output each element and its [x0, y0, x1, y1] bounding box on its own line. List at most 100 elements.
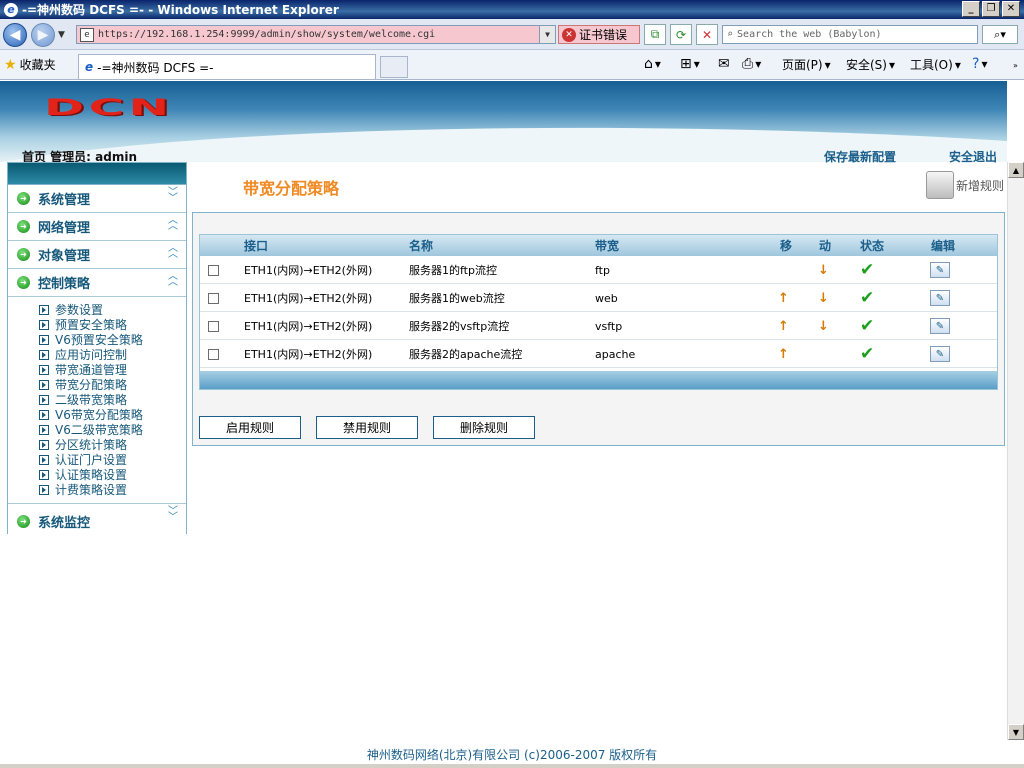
scroll-down-icon[interactable]: ▼ [1008, 724, 1024, 740]
chevron-down-icon: ﹀ ﹀ [168, 187, 178, 204]
status-enabled-icon: ✔ [860, 260, 875, 280]
page-menu-label: 页面(P) [782, 58, 823, 72]
mail-button[interactable]: ✉ [718, 56, 730, 72]
sidebar-section-objects[interactable]: ➜ 对象管理 ︿ ︿ [8, 241, 186, 269]
row-interface: ETH1(内网)→ETH2(外网) [244, 264, 373, 277]
search-button[interactable]: ⌕▾ [982, 25, 1018, 44]
favorites-button[interactable]: ★ 收藏夹 [4, 56, 56, 73]
sidebar-item-auth-portal[interactable]: 认证门户设置 [39, 452, 186, 467]
arrow-box-icon [39, 334, 49, 345]
scroll-up-icon[interactable]: ▲ [1008, 162, 1024, 178]
sidebar-section-network[interactable]: ➜ 网络管理 ︿ ︿ [8, 213, 186, 241]
delete-rule-button[interactable]: 删除规则 [433, 416, 535, 439]
disable-rule-button[interactable]: 禁用规则 [316, 416, 418, 439]
chevron-up-icon: ︿ ︿ [168, 271, 178, 288]
move-down-icon[interactable]: ↓ [818, 312, 829, 340]
row-checkbox[interactable] [208, 348, 219, 360]
row-checkbox[interactable] [208, 320, 219, 332]
page-icon: e [80, 27, 94, 42]
tools-menu-label: 工具(O) [910, 58, 953, 72]
sidebar-item-v6-l2-bw[interactable]: V6二级带宽策略 [39, 422, 186, 437]
table-row: ETH1(内网)→ETH2(外网) 服务器1的ftp流控 ftp ↓ ✔ ✎ [200, 256, 997, 284]
close-button[interactable]: ✕ [1002, 1, 1020, 17]
row-bandwidth: vsftp [595, 319, 623, 333]
certificate-error-button[interactable]: ✕ 证书错误 [558, 25, 640, 44]
minimize-button[interactable]: _ [962, 1, 980, 17]
edit-icon[interactable]: ✎ [930, 290, 950, 306]
help-button[interactable]: ? ▾ [972, 56, 987, 72]
move-up-icon[interactable]: ↑ [778, 284, 789, 312]
row-checkbox[interactable] [208, 292, 219, 304]
refresh-icon[interactable]: ⟳ [670, 24, 692, 45]
tab-ie-icon: e [85, 60, 94, 74]
sidebar-item-app-access[interactable]: 应用访问控制 [39, 347, 186, 362]
row-name: 服务器2的apache流控 [409, 348, 523, 361]
move-up-icon[interactable]: ↑ [778, 312, 789, 340]
row-interface: ETH1(内网)→ETH2(外网) [244, 292, 373, 305]
stop-icon[interactable]: ✕ [696, 24, 718, 45]
edit-icon[interactable]: ✎ [930, 262, 950, 278]
print-button[interactable]: ⎙ ▾ [742, 56, 761, 72]
status-enabled-icon: ✔ [860, 288, 875, 308]
arrow-circle-icon: ➜ [17, 248, 30, 261]
page-title: 带宽分配策略 [243, 179, 340, 198]
page-menu[interactable]: 页面(P) ▾ [782, 56, 831, 73]
cert-error-label: 证书错误 [579, 28, 628, 42]
feeds-button[interactable]: ⊞ ▾ [680, 56, 700, 72]
history-dropdown-icon[interactable]: ▼ [58, 30, 65, 40]
row-interface: ETH1(内网)→ETH2(外网) [244, 320, 373, 333]
sidebar-item-preset-security[interactable]: 预置安全策略 [39, 317, 186, 332]
sidebar-section-system[interactable]: ➜ 系统管理 ﹀ ﹀ [8, 185, 186, 213]
arrow-circle-icon: ➜ [17, 276, 30, 289]
move-up-icon[interactable]: ↑ [778, 340, 789, 368]
back-button[interactable]: ◀ [3, 23, 27, 47]
arrow-box-icon [39, 424, 49, 435]
url-dropdown-icon[interactable]: ▼ [539, 26, 555, 43]
search-input[interactable]: ⌕ Search the web (Babylon) [722, 25, 978, 44]
sidebar-item-auth-policy[interactable]: 认证策略设置 [39, 467, 186, 482]
sidebar-item-v6-preset-security[interactable]: V6预置安全策略 [39, 332, 186, 347]
move-down-icon[interactable]: ↓ [818, 284, 829, 312]
sidebar-section-monitor[interactable]: ➜ 系统监控 ﹀ ﹀ [8, 504, 186, 538]
toolbar-chevron-icon[interactable]: » [1007, 50, 1024, 80]
row-checkbox[interactable] [208, 264, 219, 276]
sidebar-item-zone-stats[interactable]: 分区统计策略 [39, 437, 186, 452]
new-rule-button[interactable]: 新增规则 [926, 171, 1004, 199]
favorites-label: 收藏夹 [19, 58, 56, 72]
arrow-box-icon [39, 439, 49, 450]
safety-menu-label: 安全(S) [846, 58, 887, 72]
safety-menu[interactable]: 安全(S) ▾ [846, 56, 895, 73]
sidebar-section-label: 对象管理 [38, 249, 91, 264]
edit-icon[interactable]: ✎ [930, 346, 950, 362]
sidebar-item-label: 计费策略设置 [55, 483, 128, 497]
browser-tab[interactable]: e -=神州数码 DCFS =- [78, 54, 376, 79]
folder-icon [926, 171, 954, 199]
restore-button[interactable]: ❐ [982, 1, 1000, 17]
page-scrollbar[interactable]: ▲ ▼ [1007, 162, 1024, 740]
compat-view-icon[interactable]: ⧉ [644, 24, 666, 45]
sidebar-item-params[interactable]: 参数设置 [39, 302, 186, 317]
save-config-link[interactable]: 保存最新配置 [824, 148, 896, 165]
address-field[interactable]: e https://192.168.1.254:9999/admin/show/… [76, 25, 556, 44]
move-down-icon[interactable]: ↓ [818, 256, 829, 284]
arrow-box-icon [39, 319, 49, 330]
forward-button[interactable]: ▶ [31, 23, 55, 47]
home-button[interactable]: ⌂ ▾ [644, 56, 661, 72]
sidebar-header [8, 163, 186, 185]
sidebar-item-l2-bw[interactable]: 二级带宽策略 [39, 392, 186, 407]
new-tab-button[interactable] [380, 56, 408, 78]
sidebar-item-bw-policy[interactable]: 带宽分配策略 [39, 377, 186, 392]
chevron-down-icon: ﹀ ﹀ [168, 506, 178, 523]
edit-icon[interactable]: ✎ [930, 318, 950, 334]
search-icon: ⌕ [727, 29, 734, 40]
row-bandwidth: ftp [595, 263, 610, 277]
enable-rule-button[interactable]: 启用规则 [199, 416, 301, 439]
sidebar-item-bw-channel[interactable]: 带宽通道管理 [39, 362, 186, 377]
logout-link[interactable]: 安全退出 [949, 148, 997, 165]
tools-menu[interactable]: 工具(O) ▾ [910, 56, 961, 73]
sidebar-item-v6-bw-policy[interactable]: V6带宽分配策略 [39, 407, 186, 422]
row-interface: ETH1(内网)→ETH2(外网) [244, 348, 373, 361]
row-name: 服务器1的web流控 [409, 292, 505, 305]
sidebar-item-billing[interactable]: 计费策略设置 [39, 482, 186, 497]
sidebar-section-control[interactable]: ➜ 控制策略 ︿ ︿ [8, 269, 186, 297]
